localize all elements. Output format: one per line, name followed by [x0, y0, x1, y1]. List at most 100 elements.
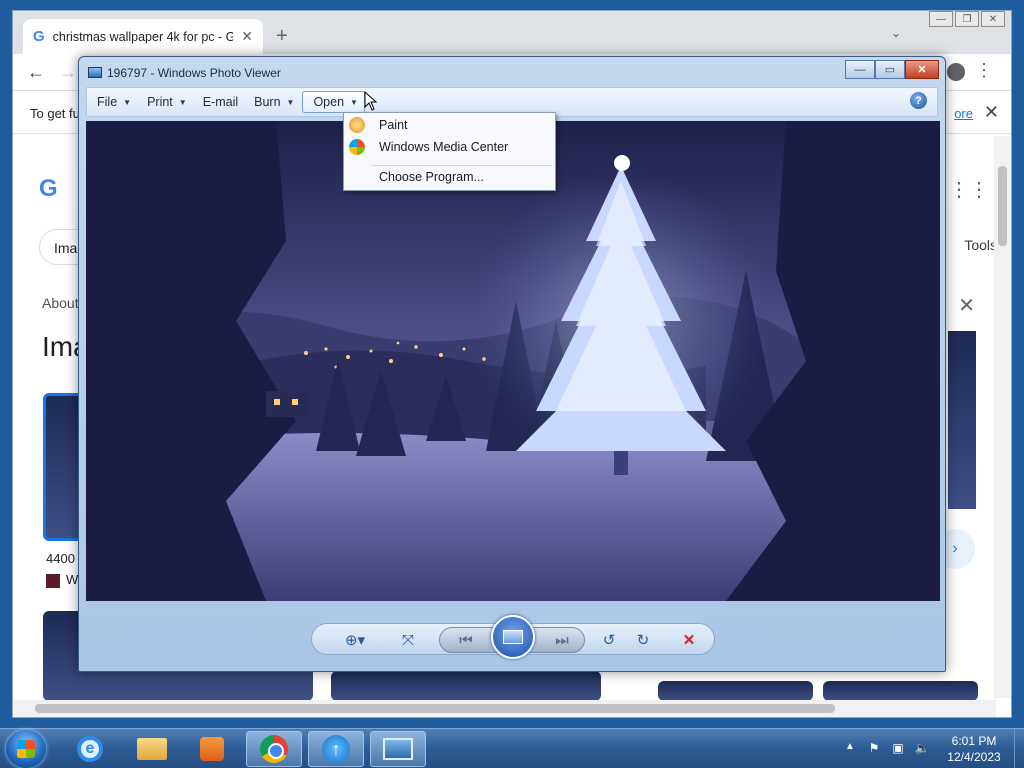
chrome-tab-strip: G christmas wallpaper 4k for pc - G ✕ + …: [13, 11, 1011, 54]
about-label[interactable]: About: [42, 295, 79, 311]
next-icon[interactable]: ⏭: [551, 631, 573, 649]
photo-display[interactable]: [86, 121, 940, 601]
dropdown-arrow-icon: ▼: [350, 97, 358, 107]
infobar-text: To get fu: [30, 106, 80, 121]
image-preview[interactable]: [948, 331, 976, 509]
open-menu-label: Open: [313, 95, 345, 109]
panel-close-icon[interactable]: ✕: [958, 293, 975, 318]
media-player-icon: [200, 737, 224, 761]
window-title: 196797 - Windows Photo Viewer: [107, 66, 281, 80]
rotate-clockwise-icon[interactable]: ↻: [633, 631, 653, 649]
file-menu[interactable]: File ▼: [87, 88, 137, 116]
infobar-link[interactable]: ore: [954, 106, 973, 121]
vertical-scrollbar-thumb[interactable]: [998, 166, 1007, 246]
open-menu[interactable]: Open ▼: [302, 91, 365, 113]
paint-label: Paint: [379, 118, 408, 132]
windows-logo-icon: [17, 740, 35, 758]
slideshow-picture-icon: [503, 630, 523, 644]
taskbar-photo-viewer[interactable]: [370, 731, 426, 767]
restore-icon[interactable]: ❐: [955, 11, 979, 27]
thumbnail-source: W: [46, 572, 78, 588]
burn-menu-label: Burn: [254, 95, 281, 109]
actual-size-icon[interactable]: ⤧: [397, 631, 419, 649]
show-hidden-icons-icon[interactable]: ▲: [845, 741, 855, 752]
previous-icon[interactable]: ⏮: [455, 631, 477, 649]
internet-explorer-icon: e: [77, 736, 103, 762]
choose-program-spacer: [349, 169, 365, 185]
close-icon[interactable]: ✕: [981, 11, 1005, 27]
taskbar-media-player[interactable]: [184, 731, 240, 767]
horizontal-scrollbar[interactable]: [13, 700, 996, 717]
file-menu-label: File: [97, 95, 118, 109]
print-menu[interactable]: Print ▼: [137, 88, 193, 116]
maximize-icon[interactable]: ▭: [875, 60, 905, 79]
print-menu-label: Print: [147, 95, 173, 109]
open-with-paint[interactable]: Paint: [344, 114, 555, 136]
vertical-scrollbar[interactable]: [994, 136, 1011, 698]
open-dropdown-menu: Paint Windows Media Center Choose Progra…: [343, 112, 556, 191]
start-button[interactable]: [6, 730, 46, 768]
back-arrow-icon[interactable]: ←: [27, 62, 45, 83]
delete-icon[interactable]: ✕: [679, 631, 699, 649]
photo-viewer-app-icon: [88, 67, 102, 78]
action-center-icon[interactable]: ⚑: [866, 741, 882, 757]
infobar-close-icon[interactable]: ✕: [984, 102, 999, 123]
chrome-window-controls: — ❐ ✕: [929, 11, 1005, 27]
thumbnail-source-label: W: [66, 572, 79, 587]
dropdown-arrow-icon: ▼: [178, 97, 187, 107]
new-tab-icon[interactable]: +: [276, 25, 288, 48]
google-logo[interactable]: G: [39, 175, 58, 203]
chrome-tab[interactable]: G christmas wallpaper 4k for pc - G ✕: [23, 19, 263, 54]
taskbar-file-explorer[interactable]: [124, 731, 180, 767]
photo-viewer-controls: ⊕▾ ⤧ ⏮ ⏭ ↺ ↻ ✕: [79, 607, 945, 669]
email-label: E-mail: [202, 95, 239, 109]
chrome-icon: [260, 735, 288, 763]
choose-program-item[interactable]: Choose Program...: [344, 166, 555, 188]
zoom-icon[interactable]: ⊕▾: [341, 631, 369, 649]
google-favicon-icon: G: [33, 28, 45, 45]
kebab-menu-icon[interactable]: ⋮: [975, 60, 993, 81]
show-desktop-button[interactable]: [1014, 729, 1024, 768]
christmas-tree-photo: [86, 121, 940, 601]
image-thumbnail[interactable]: [823, 681, 978, 701]
media-center-label: Windows Media Center: [379, 140, 509, 154]
choose-program-label: Choose Program...: [379, 170, 484, 184]
burn-menu[interactable]: Burn ▼: [244, 88, 300, 116]
slideshow-icon[interactable]: [491, 615, 535, 659]
taskbar-chrome[interactable]: [246, 731, 302, 767]
close-tab-icon[interactable]: ✕: [241, 28, 253, 45]
help-icon[interactable]: ?: [910, 92, 927, 109]
clock-date: 12/4/2023: [947, 750, 1001, 764]
tools-button[interactable]: Tools: [964, 237, 997, 253]
open-with-media-center[interactable]: Windows Media Center: [344, 136, 555, 158]
chrome-tab-title: christmas wallpaper 4k for pc - G: [52, 29, 234, 44]
photo-viewer-icon: [383, 738, 413, 760]
upload-icon: ↑: [322, 735, 350, 763]
horizontal-scrollbar-thumb[interactable]: [35, 704, 835, 713]
apps-grid-icon[interactable]: ⋮⋮: [949, 177, 989, 202]
image-thumbnail[interactable]: [331, 671, 601, 701]
minimize-icon[interactable]: —: [929, 11, 953, 27]
email-button[interactable]: E-mail: [193, 88, 244, 116]
network-icon[interactable]: ▣: [890, 741, 906, 757]
dropdown-arrow-icon: ▼: [123, 97, 132, 107]
close-icon[interactable]: ✕: [905, 60, 939, 79]
windows-media-center-icon: [349, 139, 365, 155]
tab-search-icon[interactable]: ⌄: [891, 26, 901, 40]
thumbnail-caption: 4400: [46, 551, 75, 566]
taskbar-internet-explorer[interactable]: e: [62, 731, 118, 767]
mouse-cursor-icon: [364, 91, 378, 111]
clock-time: 6:01 PM: [951, 734, 997, 748]
forward-arrow-icon[interactable]: →: [59, 62, 77, 83]
volume-muted-icon[interactable]: 🔈: [914, 741, 930, 757]
minimize-icon[interactable]: —: [845, 60, 875, 79]
profile-icon[interactable]: [947, 63, 965, 81]
rotate-counterclockwise-icon[interactable]: ↺: [599, 631, 619, 649]
taskbar-clock[interactable]: 6:01 PM 12/4/2023: [935, 733, 1013, 765]
paint-icon: [349, 117, 365, 133]
file-explorer-icon: [137, 738, 167, 760]
photo-viewer-window-controls: — ▭ ✕: [845, 60, 939, 79]
taskbar-upload-app[interactable]: ↑: [308, 731, 364, 767]
image-thumbnail[interactable]: [658, 681, 813, 701]
photo-viewer-titlebar[interactable]: 196797 - Windows Photo Viewer — ▭ ✕: [79, 57, 945, 87]
